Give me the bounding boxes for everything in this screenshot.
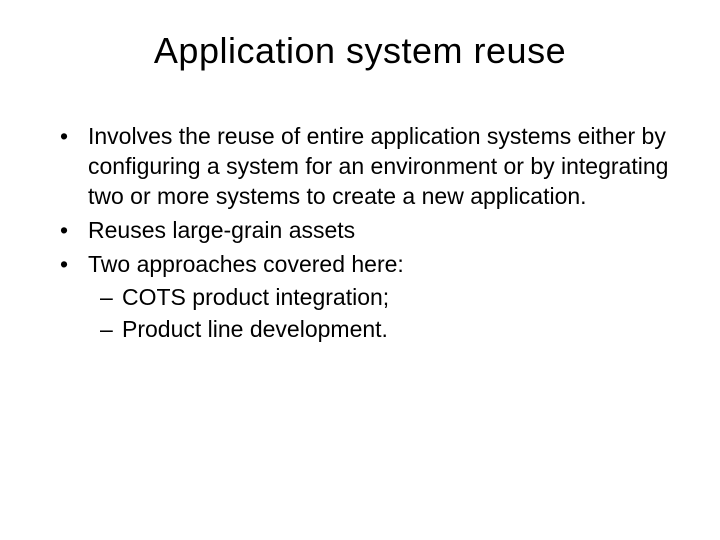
bullet-item: Two approaches covered here: COTS produc…	[60, 250, 680, 346]
bullet-item: Involves the reuse of entire application…	[60, 122, 680, 212]
bullet-text: Two approaches covered here:	[88, 251, 404, 277]
bullet-item: Reuses large-grain assets	[60, 216, 680, 246]
sub-bullet-item: COTS product integration;	[100, 283, 680, 313]
slide-title: Application system reuse	[40, 30, 680, 72]
bullet-list: Involves the reuse of entire application…	[40, 122, 680, 345]
sub-bullet-item: Product line development.	[100, 315, 680, 345]
sub-bullet-list: COTS product integration; Product line d…	[88, 283, 680, 345]
